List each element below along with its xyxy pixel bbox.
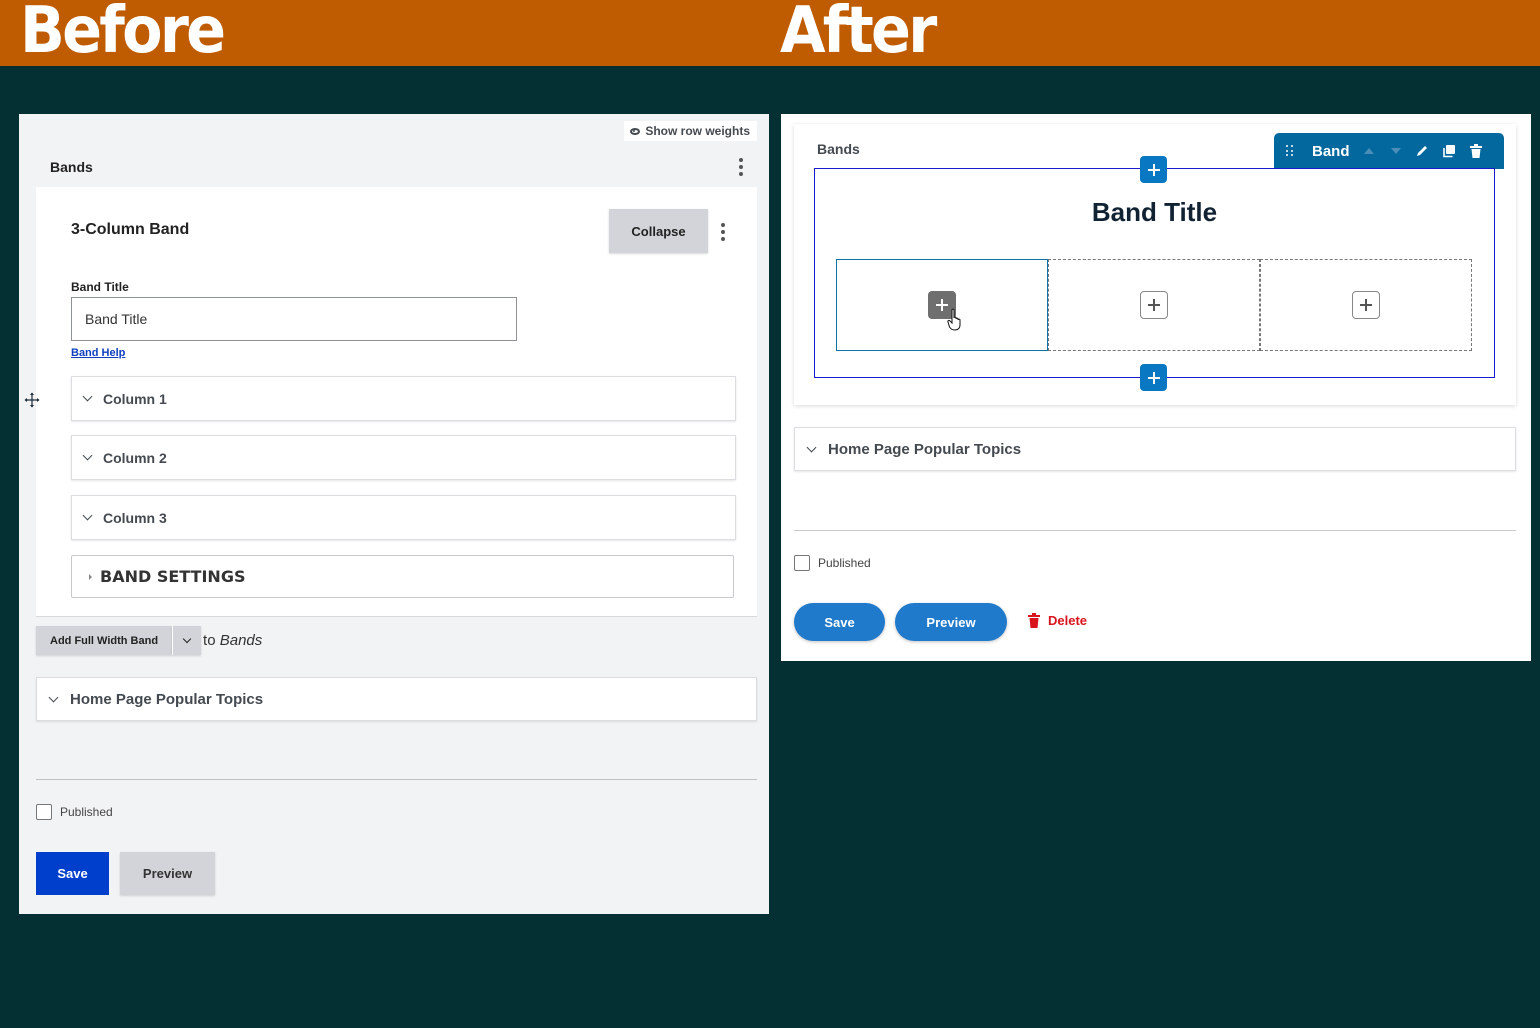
published-checkbox[interactable]: [36, 804, 52, 820]
plus-icon: [1147, 371, 1160, 384]
band-title-heading: Band Title: [1091, 197, 1218, 227]
add-to-column-2-button[interactable]: [1140, 291, 1168, 319]
add-band-above-button[interactable]: [1140, 156, 1167, 183]
bands-section-header: Bands: [36, 147, 757, 187]
band-title-input[interactable]: [71, 297, 517, 341]
column-2-row[interactable]: Column 2: [71, 435, 736, 480]
home-page-popular-topics-label: Home Page Popular Topics: [828, 440, 1022, 458]
chevron-down-icon: [48, 692, 59, 702]
edit-icon[interactable]: [1415, 144, 1429, 158]
band-toolbar: Band: [1274, 133, 1504, 169]
show-row-weights-label: Show row weights: [645, 124, 750, 138]
column-slot-1: [836, 259, 1048, 351]
add-full-width-band-button[interactable]: Add Full Width Band: [36, 626, 173, 655]
after-panel: Bands Band Band Title Home Page Popular …: [781, 114, 1531, 661]
published-field[interactable]: Published: [36, 804, 113, 820]
preview-button[interactable]: Preview: [120, 852, 215, 895]
after-label: After: [780, 0, 937, 68]
delete-button[interactable]: Delete: [1028, 613, 1087, 628]
divider: [36, 616, 757, 617]
bands-card: Bands Band Band Title: [794, 124, 1516, 405]
plus-icon: [1148, 299, 1160, 311]
band-card: 3-Column Band Collapse Band Title Band H…: [24, 187, 757, 617]
column-3-label: Column 3: [103, 509, 167, 526]
hand-cursor-icon: [947, 308, 961, 331]
save-button[interactable]: Save: [794, 603, 885, 641]
band-settings-label: BAND SETTINGS: [100, 567, 246, 586]
drag-handle-icon[interactable]: [1286, 145, 1294, 157]
comparison-banner: Before After: [0, 0, 1540, 68]
column-2-label: Column 2: [103, 449, 167, 466]
chevron-down-icon: [82, 510, 93, 521]
column-slot-2: [1048, 259, 1260, 351]
band-more-options-icon[interactable]: [721, 223, 725, 241]
bands-more-options-icon[interactable]: [739, 158, 743, 176]
chevron-down-icon: [182, 634, 192, 644]
move-icon[interactable]: [24, 392, 40, 408]
save-button[interactable]: Save: [36, 852, 109, 895]
published-checkbox[interactable]: [794, 555, 810, 571]
delete-label: Delete: [1048, 613, 1088, 628]
divider: [794, 530, 1516, 531]
column-1-label: Column 1: [103, 390, 167, 407]
chevron-down-icon: [82, 450, 93, 461]
bands-section-title: Bands: [817, 141, 860, 157]
column-3-row[interactable]: Column 3: [71, 495, 736, 540]
band-frame: Band Title: [814, 156, 1495, 391]
published-label: Published: [818, 556, 871, 570]
move-down-icon[interactable]: [1390, 148, 1401, 154]
delete-icon[interactable]: [1469, 144, 1483, 158]
band-card-title: 3-Column Band: [71, 221, 190, 238]
band-help-link[interactable]: Band Help: [71, 347, 125, 359]
band-toolbar-label: Band: [1312, 142, 1350, 160]
eye-icon: [630, 127, 641, 135]
trash-icon: [1028, 613, 1040, 628]
column-slot-3: [1260, 259, 1472, 351]
bands-section-title: Bands: [50, 159, 93, 175]
band-settings-row[interactable]: BAND SETTINGS: [71, 555, 734, 598]
add-band-dropdown-toggle[interactable]: [172, 626, 202, 655]
column-1-row[interactable]: Column 1: [71, 376, 736, 421]
plus-icon: [1147, 163, 1160, 176]
add-band-control: Add Full Width Band to Bands: [36, 626, 262, 655]
show-row-weights-button[interactable]: Show row weights: [624, 121, 757, 141]
caret-right-icon: [89, 573, 92, 580]
home-page-popular-topics-row[interactable]: Home Page Popular Topics: [794, 427, 1516, 471]
published-label: Published: [60, 805, 113, 819]
chevron-down-icon: [82, 391, 93, 402]
plus-icon: [1360, 299, 1372, 311]
move-up-icon[interactable]: [1363, 148, 1374, 154]
published-field[interactable]: Published: [794, 555, 871, 571]
duplicate-icon[interactable]: [1442, 144, 1456, 158]
add-to-text: to Bands: [203, 632, 263, 649]
band-title-label: Band Title: [71, 280, 129, 294]
add-to-target: Bands: [219, 632, 263, 649]
before-panel: Show row weights Bands 3-Column Band Col…: [19, 114, 769, 914]
before-label: Before: [20, 0, 226, 68]
home-page-popular-topics-label: Home Page Popular Topics: [70, 690, 264, 708]
home-page-popular-topics-row[interactable]: Home Page Popular Topics: [36, 677, 757, 721]
divider: [36, 779, 757, 780]
add-band-below-button[interactable]: [1140, 364, 1167, 391]
add-to-column-3-button[interactable]: [1352, 291, 1380, 319]
preview-button[interactable]: Preview: [895, 603, 1007, 641]
chevron-down-icon: [806, 442, 817, 452]
collapse-button[interactable]: Collapse: [609, 209, 708, 253]
